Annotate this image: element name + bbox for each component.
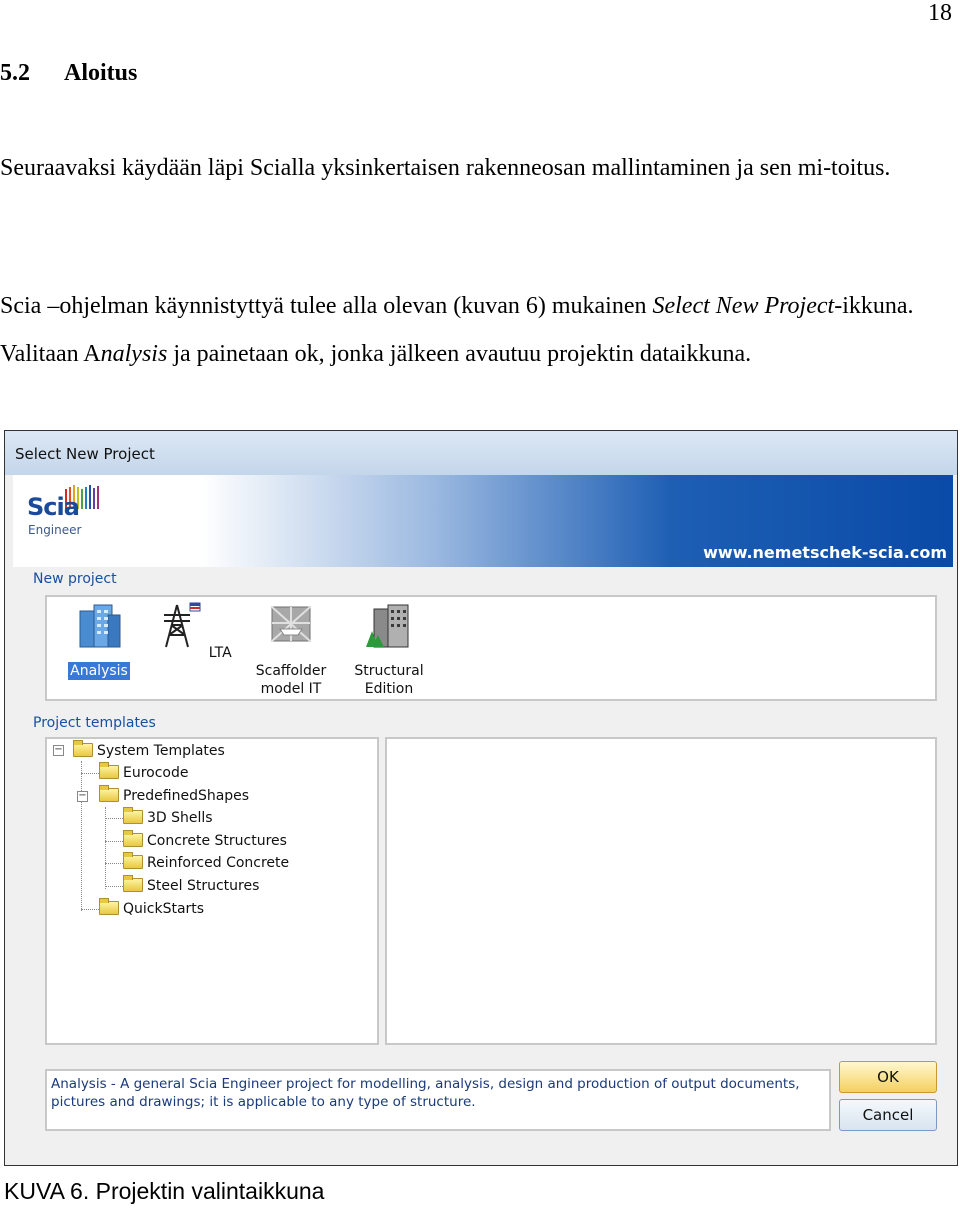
dialog-screenshot: Select New Project Scia Engineer www.nem… [4, 430, 958, 1166]
tree-item-label: Steel Structures [147, 878, 260, 894]
website-url: www.nemetschek-scia.com [703, 543, 947, 562]
project-type-label: Structural [354, 663, 424, 679]
tree-item-label: Eurocode [123, 765, 189, 781]
project-templates-label: Project templates [33, 715, 156, 731]
tree-item-system-templates[interactable]: System Templates [73, 740, 225, 761]
project-type-scaffolder[interactable]: Scaffolder model IT [243, 601, 339, 698]
tree-item-steel-structures[interactable]: Steel Structures [123, 875, 260, 896]
section-number: 5.2 [0, 60, 30, 86]
new-project-label: New project [33, 571, 117, 587]
tree-item-predefined-shapes[interactable]: PredefinedShapes [99, 785, 250, 806]
page-number: 18 [928, 0, 952, 26]
tree-expander-collapse[interactable]: − [77, 791, 88, 802]
template-detail-panel [385, 737, 937, 1045]
logo-name: Scia [27, 493, 80, 521]
project-description: Analysis - A general Scia Engineer proje… [45, 1069, 831, 1131]
para2-before: Scia –ohjelman käynnistyttyä tulee alla … [0, 293, 653, 319]
tree-line [105, 807, 106, 889]
tree-item-label: System Templates [97, 743, 225, 759]
tree-item-label: Concrete Structures [147, 833, 287, 849]
scia-logo: Scia Engineer [21, 481, 111, 541]
scia-banner: Scia Engineer www.nemetschek-scia.com [13, 475, 953, 567]
section-title: Aloitus [64, 60, 138, 86]
project-type-label: LTA [208, 645, 232, 661]
project-type-label: Analysis [68, 662, 130, 680]
tree-expander-collapse[interactable]: − [53, 745, 64, 756]
tree-line [105, 886, 123, 887]
tree-item-reinforced-concrete[interactable]: Reinforced Concrete [123, 852, 290, 873]
section-heading: 5.2 Aloitus [0, 60, 137, 87]
para2-after: ja painetaan ok, jonka jälkeen avautuu p… [167, 341, 752, 367]
project-type-label-line2: Edition [364, 681, 414, 697]
tree-item-concrete-structures[interactable]: Concrete Structures [123, 830, 287, 851]
project-type-lta[interactable]: LTA [145, 601, 241, 662]
logo-subtitle: Engineer [28, 523, 82, 537]
select-new-project-dialog: Select New Project Scia Engineer www.nem… [5, 431, 957, 1165]
folder-icon [99, 785, 119, 802]
folder-icon [73, 740, 93, 757]
folder-icon [123, 875, 143, 892]
paragraph-intro: Seuraavaksi käydään läpi Scialla yksinke… [0, 155, 891, 181]
tree-item-3d-shells[interactable]: 3D Shells [123, 807, 213, 828]
tree-item-label: Reinforced Concrete [147, 855, 290, 871]
pylon-icon [164, 602, 201, 648]
dialog-titlebar: Select New Project [5, 431, 957, 475]
tree-item-label: PredefinedShapes [123, 788, 250, 804]
folder-icon [99, 762, 119, 779]
folder-icon [99, 898, 119, 915]
tree-line [105, 818, 123, 819]
folder-icon [123, 852, 143, 869]
para2-italic-dialog-name: Select New Project [652, 293, 835, 319]
folder-icon [123, 807, 143, 824]
para2-italic-analysis: nalysis [100, 341, 168, 367]
tree-item-quickstarts[interactable]: QuickStarts [99, 898, 205, 919]
paragraph-instructions: Scia –ohjelman käynnistyttyä tulee alla … [0, 282, 955, 378]
tree-line [105, 863, 123, 864]
project-type-analysis[interactable]: Analysis [51, 601, 147, 680]
project-type-label: Scaffolder [255, 663, 327, 679]
project-type-label-line2: model IT [260, 681, 322, 697]
folder-icon [123, 830, 143, 847]
figure-caption: KUVA 6. Projektin valintaikkuna [4, 1178, 325, 1204]
tree-line [81, 773, 99, 774]
building-icon [79, 604, 121, 648]
tree-item-label: 3D Shells [147, 810, 213, 826]
new-project-list: Analysis LTA Scaffolder model IT Structu… [45, 595, 937, 701]
template-tree[interactable]: − System Templates Eurocode − Predefined… [45, 737, 379, 1045]
tree-line [105, 841, 123, 842]
tree-line [81, 909, 99, 910]
cancel-button[interactable]: Cancel [839, 1099, 937, 1131]
scaffold-icon [271, 606, 311, 642]
tree-item-label: QuickStarts [123, 901, 205, 917]
project-type-structural-edition[interactable]: Structural Edition [341, 601, 437, 698]
city-icon [366, 604, 409, 648]
tree-line [81, 761, 82, 911]
ok-button[interactable]: OK [839, 1061, 937, 1093]
tree-item-eurocode[interactable]: Eurocode [99, 762, 189, 783]
